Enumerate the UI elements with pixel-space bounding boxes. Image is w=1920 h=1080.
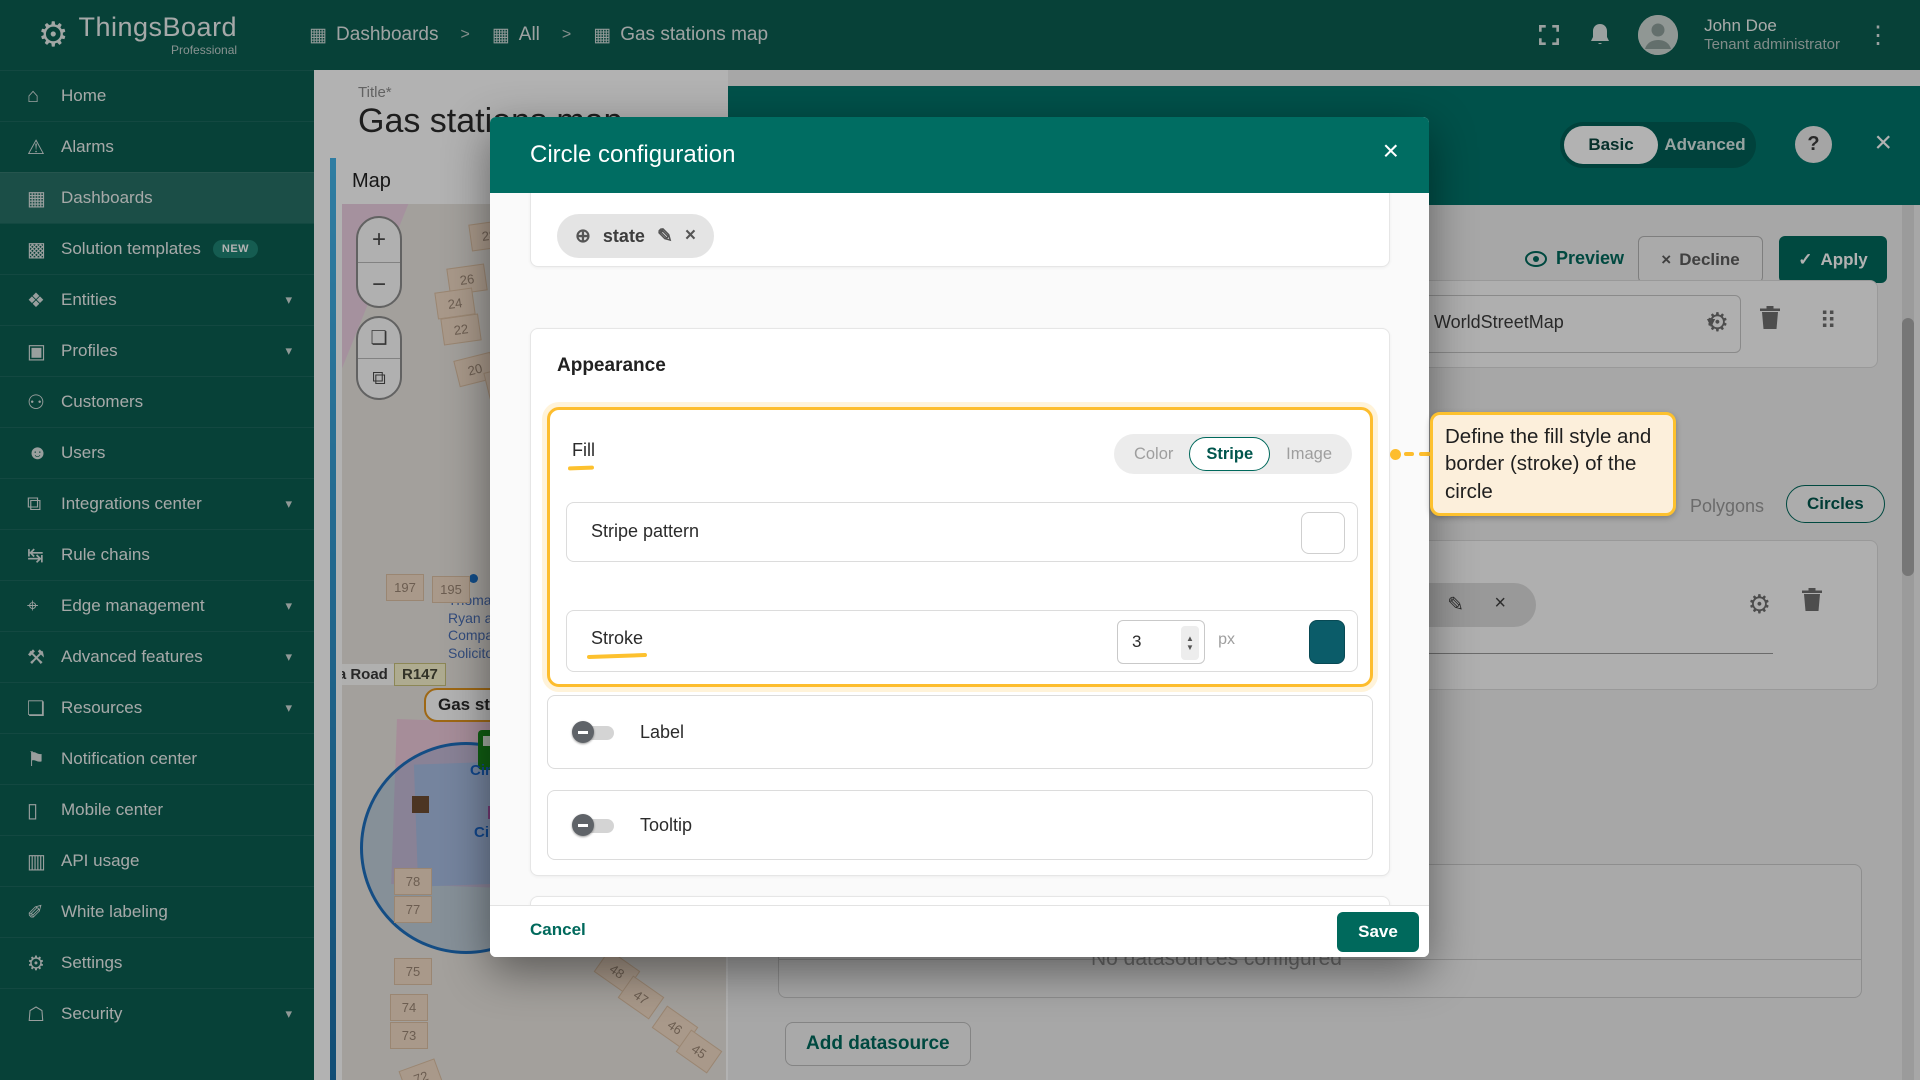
- save-button[interactable]: Save: [1337, 912, 1419, 952]
- fill-label-wrap: Fill: [572, 440, 595, 461]
- remove-x-icon[interactable]: ×: [685, 225, 696, 247]
- label-toggle[interactable]: [572, 721, 614, 743]
- state-chip[interactable]: ⊕ state ✎ ×: [557, 214, 714, 258]
- stepper-up-icon[interactable]: ▲: [1186, 634, 1194, 643]
- fill-option-color[interactable]: Color: [1118, 438, 1189, 470]
- annotation-connector-line: [1404, 452, 1414, 456]
- stroke-label: Stroke: [591, 628, 643, 649]
- appearance-heading: Appearance: [557, 355, 666, 377]
- dialog-header: Circle configuration ×: [490, 117, 1429, 193]
- stroke-row: Stroke 3 ▲▼ px: [566, 610, 1358, 672]
- fill-option-stripe[interactable]: Stripe: [1189, 437, 1270, 471]
- label-toggle-row: Label: [547, 695, 1373, 769]
- behavior-card: Behavior: [530, 896, 1390, 905]
- tooltip-toggle-text: Tooltip: [640, 815, 692, 836]
- number-stepper[interactable]: ▲▼: [1181, 626, 1199, 660]
- edit-pencil-icon[interactable]: ✎: [657, 225, 673, 248]
- stroke-width-value: 3: [1132, 632, 1141, 652]
- stroke-color-swatch[interactable]: [1309, 620, 1345, 664]
- close-icon[interactable]: ×: [1383, 137, 1399, 165]
- tooltip-toggle[interactable]: [572, 814, 614, 836]
- stroke-width-input[interactable]: 3 ▲▼: [1117, 620, 1205, 664]
- stroke-unit-label: px: [1218, 631, 1235, 649]
- stripe-pattern-swatch[interactable]: [1301, 512, 1345, 554]
- dialog-footer: Cancel Save: [490, 905, 1429, 957]
- fill-option-image[interactable]: Image: [1270, 438, 1348, 470]
- label-toggle-text: Label: [640, 722, 684, 743]
- stripe-pattern-row: Stripe pattern: [566, 502, 1358, 562]
- stroke-label-wrap: Stroke: [591, 628, 643, 649]
- dialog-title: Circle configuration: [530, 141, 735, 169]
- datakey-summary-card: ⊕ state ✎ ×: [530, 193, 1390, 267]
- cancel-button[interactable]: Cancel: [530, 920, 586, 940]
- fill-label: Fill: [572, 440, 595, 461]
- app-root: ⚙ ThingsBoard Professional ▦Dashboards>▦…: [0, 0, 1920, 1080]
- tutorial-annotation: Define the fill style and border (stroke…: [1430, 412, 1676, 516]
- annotation-connector-dot: [1390, 449, 1401, 460]
- tutorial-highlight-box: Fill ColorStripeImage Stripe pattern Str…: [547, 407, 1373, 687]
- state-chip-label: state: [603, 226, 645, 247]
- fill-type-segmented-control: ColorStripeImage: [1114, 434, 1352, 474]
- stripe-pattern-label: Stripe pattern: [591, 521, 699, 542]
- tooltip-toggle-row: Tooltip: [547, 790, 1373, 860]
- function-icon: ⊕: [575, 225, 591, 248]
- dialog-scroll-area: ⊕ state ✎ × Appearance Fill ColorStripeI…: [490, 193, 1429, 905]
- circle-configuration-dialog: ⊕ state ✎ × Appearance Fill ColorStripeI…: [490, 117, 1429, 957]
- appearance-card: Appearance Fill ColorStripeImage Stripe …: [530, 328, 1390, 876]
- stepper-down-icon[interactable]: ▼: [1186, 643, 1194, 652]
